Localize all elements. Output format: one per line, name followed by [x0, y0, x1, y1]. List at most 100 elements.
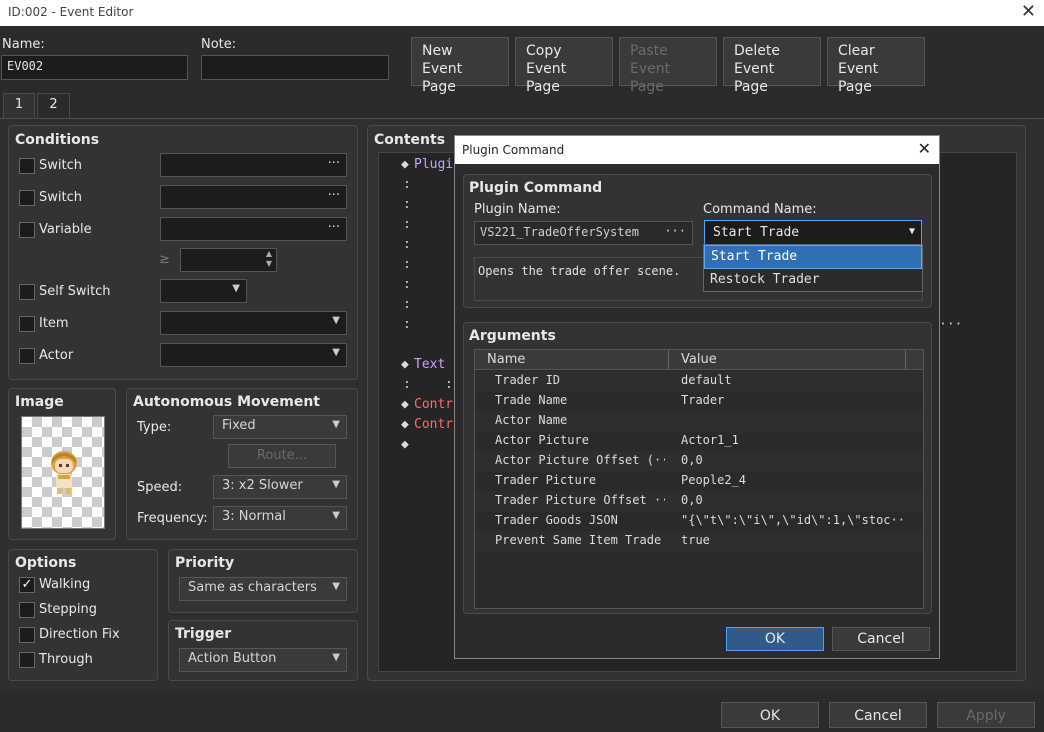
paste-button-line1: Paste — [630, 43, 668, 59]
dropdown-option-restock-trader[interactable]: Restock Trader — [704, 269, 922, 291]
dialog-ok-button[interactable]: OK — [726, 627, 824, 651]
frequency-value: 3: Normal — [222, 509, 286, 524]
delete-button-line2: Event Page — [734, 61, 775, 95]
ellipsis-icon[interactable]: ··· — [664, 224, 686, 238]
character-image-preview[interactable] — [21, 416, 105, 529]
ellipsis-icon: ··· — [939, 317, 963, 332]
plugin-command-group-title: Plugin Command — [469, 180, 603, 196]
chevron-down-icon: ▼ — [332, 652, 340, 663]
plugin-name-field[interactable]: VS221_TradeOfferSystem ··· — [474, 221, 693, 245]
tab-page-2[interactable]: 2 — [37, 93, 70, 118]
frequency-select[interactable]: 3: Normal ▼ — [213, 506, 347, 530]
self-switch-label: Self Switch — [39, 284, 111, 299]
plugin-name-value: VS221_TradeOfferSystem — [480, 225, 639, 239]
item-label: Item — [39, 316, 69, 331]
value-column-header[interactable]: Value — [681, 352, 717, 367]
end-command-line[interactable]: ◆ — [401, 437, 409, 452]
table-row[interactable]: Trader Goods JSON "{\"t\":\"i\",\"id\":1… — [475, 511, 923, 531]
walking-label: Walking — [39, 577, 91, 592]
self-switch-checkbox[interactable] — [19, 284, 35, 300]
name-column-header[interactable]: Name — [487, 352, 525, 367]
through-label: Through — [39, 652, 93, 667]
dialog-titlebar: Plugin Command ✕ — [455, 136, 939, 164]
table-row[interactable]: Actor Picture Actor1_1 — [475, 431, 923, 451]
arg-name: Prevent Same Item Trade — [495, 533, 662, 547]
switch2-checkbox[interactable] — [19, 190, 35, 206]
route-button[interactable]: Route... — [228, 444, 336, 468]
switch2-selector[interactable]: ··· — [160, 185, 347, 209]
stepping-checkbox[interactable] — [19, 602, 35, 618]
copy-event-page-button[interactable]: Copy Event Page — [515, 37, 613, 95]
item-checkbox[interactable] — [19, 316, 35, 332]
table-row[interactable]: Trade Name Trader — [475, 391, 923, 411]
dropdown-option-start-trade[interactable]: Start Trade — [704, 245, 922, 269]
actor-select[interactable]: ▼ — [160, 343, 347, 367]
table-row[interactable]: Prevent Same Item Trade true — [475, 531, 923, 551]
name-field[interactable]: EV002 — [1, 55, 188, 80]
trigger-value: Action Button — [188, 651, 277, 666]
arg-value: People2_4 — [681, 473, 747, 487]
switch1-label: Switch — [39, 158, 82, 173]
colon-line: : — [445, 377, 453, 392]
table-row[interactable]: Actor Name — [475, 411, 923, 431]
trigger-select[interactable]: Action Button ▼ — [179, 648, 347, 672]
switch1-selector[interactable]: ··· — [160, 153, 347, 177]
speed-label: Speed: — [137, 480, 183, 495]
paste-button-line2: Event Page — [630, 61, 671, 95]
variable-value-spinner[interactable]: ▲ ▼ — [180, 248, 277, 272]
chevron-down-icon: ▼ — [332, 419, 340, 430]
self-switch-select[interactable]: ▼ — [160, 279, 247, 303]
window-close-icon[interactable]: ✕ — [1021, 1, 1036, 22]
note-field[interactable] — [201, 55, 389, 80]
chevron-down-icon: ▼ — [332, 581, 340, 592]
footer-apply-button[interactable]: Apply — [937, 702, 1035, 728]
arguments-table[interactable]: Name Value Trader ID default Trade Name … — [474, 349, 924, 609]
walking-checkbox[interactable]: ✓ — [19, 577, 35, 593]
speed-select[interactable]: 3: x2 Slower ▼ — [213, 475, 347, 499]
paste-event-page-button[interactable]: Paste Event Page — [619, 37, 717, 95]
type-select[interactable]: Fixed ▼ — [213, 415, 347, 439]
chevron-down-icon: ▼ — [332, 479, 340, 490]
trigger-title: Trigger — [175, 626, 232, 642]
options-title: Options — [15, 555, 77, 571]
item-select[interactable]: ▼ — [160, 311, 347, 335]
variable-checkbox[interactable] — [19, 222, 35, 238]
clear-button-line2: Event Page — [838, 61, 879, 95]
priority-title: Priority — [175, 555, 235, 571]
table-row[interactable]: Trader ID default — [475, 371, 923, 391]
image-title: Image — [15, 394, 64, 410]
autonomous-movement-panel: Autonomous Movement Type: Fixed ▼ Route.… — [126, 388, 358, 540]
ellipsis-icon: ··· — [327, 188, 340, 203]
dialog-close-icon[interactable]: ✕ — [918, 139, 931, 158]
spinner-arrows-icon[interactable]: ▲ ▼ — [266, 249, 272, 269]
footer-cancel-button[interactable]: Cancel — [829, 702, 927, 728]
through-checkbox[interactable] — [19, 652, 35, 668]
actor-checkbox[interactable] — [19, 348, 35, 364]
table-row[interactable]: Trader Picture Offset ··· 0,0 — [475, 491, 923, 511]
arg-name: Trader Picture — [495, 473, 597, 487]
variable-selector[interactable]: ··· — [160, 217, 347, 241]
command-name-select[interactable]: Start Trade ▼ — [704, 220, 922, 246]
dialog-cancel-button[interactable]: Cancel — [832, 627, 930, 651]
chevron-down-icon: ▼ — [332, 510, 340, 521]
table-row[interactable]: Actor Picture Offset (··· 0,0 — [475, 451, 923, 471]
arguments-group: Arguments Name Value Trader ID default T… — [463, 322, 932, 614]
arg-value: true — [681, 533, 710, 547]
movement-title: Autonomous Movement — [133, 394, 320, 410]
clear-event-page-button[interactable]: Clear Event Page — [827, 37, 925, 95]
command-diamond: ◆ — [401, 417, 409, 432]
switch1-checkbox[interactable] — [19, 158, 35, 174]
table-row[interactable]: Trader Picture People2_4 — [475, 471, 923, 491]
ellipsis-icon: ··· — [327, 220, 340, 235]
command-diamond: ◆ — [401, 397, 409, 412]
footer-ok-button[interactable]: OK — [721, 702, 819, 728]
direction-fix-checkbox[interactable] — [19, 627, 35, 643]
tab-page-1[interactable]: 1 — [3, 93, 35, 118]
command-diamond: ◆ — [401, 357, 409, 372]
priority-select[interactable]: Same as characters ▼ — [179, 577, 347, 601]
plugin-name-label: Plugin Name: — [474, 202, 561, 217]
arg-name: Trader ID — [495, 373, 561, 387]
delete-event-page-button[interactable]: Delete Event Page — [723, 37, 821, 95]
new-event-page-button[interactable]: New Event Page — [411, 37, 509, 95]
switch2-label: Switch — [39, 190, 82, 205]
